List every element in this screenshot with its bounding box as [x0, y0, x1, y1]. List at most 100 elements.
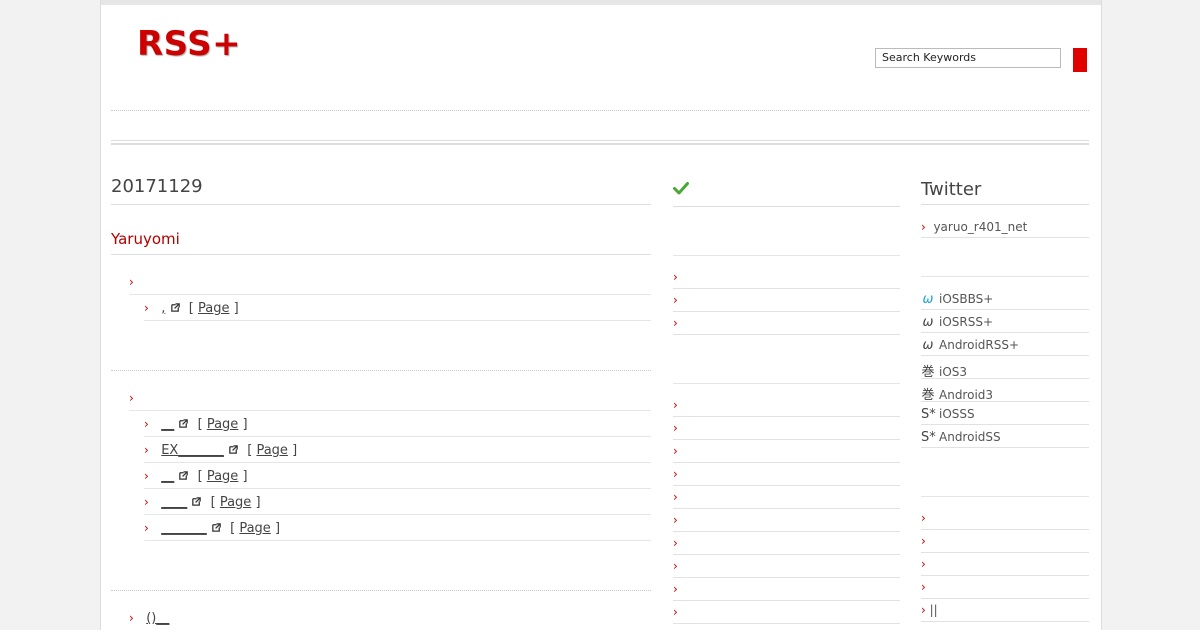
- twitter-account-link[interactable]: › yaruo_r401_net: [921, 220, 1027, 234]
- list-item[interactable]: › EX_______ [ Page ]: [144, 443, 297, 458]
- external-link-icon[interactable]: [178, 418, 189, 429]
- article-link[interactable]: _______: [161, 521, 207, 536]
- list-item[interactable]: ›: [673, 421, 678, 435]
- divider: [673, 288, 900, 289]
- page-link[interactable]: Page: [207, 417, 238, 432]
- app-link-androidrss[interactable]: ω AndroidRSS+: [921, 338, 1019, 353]
- list-item[interactable]: ›: [921, 580, 926, 594]
- omega-icon: ω: [922, 292, 934, 307]
- check-icon: [673, 182, 689, 195]
- external-link-icon[interactable]: [191, 496, 202, 507]
- page-link[interactable]: Page: [198, 301, 229, 316]
- divider: [673, 206, 900, 207]
- chevron-right-icon: ›: [129, 391, 134, 405]
- divider: [673, 311, 900, 312]
- app-link-androidss[interactable]: S* AndroidSS: [921, 430, 1001, 445]
- article-link[interactable]: ,: [161, 301, 165, 316]
- chevron-right-icon: ›: [673, 444, 678, 458]
- chevron-right-icon: ›: [673, 559, 678, 573]
- list-item[interactable]: ›: [673, 293, 678, 307]
- twitter-account-label: yaruo_r401_net: [933, 220, 1028, 234]
- section-title[interactable]: Yaruyomi: [111, 230, 180, 248]
- divider: [673, 577, 900, 578]
- list-item[interactable]: ›: [129, 391, 134, 406]
- article-link[interactable]: ____: [161, 495, 187, 510]
- page-link[interactable]: Page: [239, 521, 270, 536]
- list-item[interactable]: ›: [673, 316, 678, 330]
- divider: [921, 552, 1089, 553]
- divider: [921, 276, 1089, 277]
- chevron-right-icon: ›: [144, 521, 149, 535]
- list-item[interactable]: › ()__: [129, 611, 169, 626]
- divider: [921, 621, 1089, 622]
- page-link[interactable]: Page: [220, 495, 251, 510]
- list-item[interactable]: ›: [673, 513, 678, 527]
- app-link-iosbbs[interactable]: ω iOSBBS+: [921, 292, 994, 307]
- app-label: iOSSS: [939, 407, 975, 421]
- list-item[interactable]: › __ [ Page ]: [144, 417, 248, 432]
- chevron-right-icon: ›: [673, 293, 678, 307]
- list-item[interactable]: › _______ [ Page ]: [144, 521, 280, 536]
- list-item[interactable]: › , [ Page ]: [144, 301, 239, 316]
- chevron-right-icon: ›: [144, 301, 149, 315]
- divider: [921, 401, 1089, 402]
- search-button[interactable]: [1073, 48, 1087, 72]
- page-link[interactable]: Page: [256, 443, 287, 458]
- site-logo[interactable]: RSS+: [137, 24, 241, 64]
- divider: [144, 320, 651, 321]
- external-link-icon[interactable]: [228, 444, 239, 455]
- list-item[interactable]: › ||: [921, 603, 938, 617]
- bracket-close: ]: [233, 301, 239, 316]
- divider: [921, 447, 1089, 448]
- list-item[interactable]: › __ [ Page ]: [144, 469, 248, 484]
- article-link[interactable]: __: [161, 417, 174, 432]
- divider: [673, 416, 900, 417]
- list-item[interactable]: ›: [129, 275, 134, 290]
- divider: [673, 623, 900, 624]
- page-link[interactable]: Page: [207, 469, 238, 484]
- app-link-iosss[interactable]: S* iOSSS: [921, 407, 975, 422]
- list-item[interactable]: ›: [673, 559, 678, 573]
- chevron-right-icon: ›: [921, 580, 926, 594]
- chevron-right-icon: ›: [921, 557, 926, 571]
- list-item[interactable]: ›: [673, 490, 678, 504]
- external-link-icon[interactable]: [170, 302, 181, 313]
- divider: [673, 554, 900, 555]
- chevron-right-icon: ›: [129, 611, 134, 625]
- list-item[interactable]: ›: [673, 536, 678, 550]
- chevron-right-icon: ›: [673, 467, 678, 481]
- list-item[interactable]: ›: [921, 557, 926, 571]
- list-item[interactable]: ›: [673, 467, 678, 481]
- page-date-title: 20171129: [111, 176, 203, 197]
- nav-bar-divider: [111, 140, 1089, 145]
- divider: [673, 255, 900, 256]
- app-link-iosrss[interactable]: ω iOSRSS+: [921, 315, 993, 330]
- list-item[interactable]: ›: [673, 582, 678, 596]
- divider: [921, 355, 1089, 356]
- list-item[interactable]: ›: [921, 534, 926, 548]
- list-item[interactable]: ›: [673, 444, 678, 458]
- external-link-icon[interactable]: [178, 470, 189, 481]
- divider: [144, 462, 651, 463]
- app-label: Android3: [939, 388, 994, 402]
- article-link[interactable]: __: [161, 469, 174, 484]
- list-item[interactable]: › ____ [ Page ]: [144, 495, 261, 510]
- divider: [673, 485, 900, 486]
- ss-icon: S*: [921, 407, 936, 422]
- article-link[interactable]: EX_______: [161, 443, 224, 458]
- divider: [921, 309, 1089, 310]
- list-item[interactable]: ›: [673, 270, 678, 284]
- external-link-icon[interactable]: [211, 522, 222, 533]
- divider: [673, 383, 900, 384]
- divider: [921, 598, 1089, 599]
- list-item[interactable]: ›: [673, 605, 678, 619]
- list-item[interactable]: ›: [921, 511, 926, 525]
- article-link[interactable]: ()__: [146, 611, 169, 626]
- divider: [673, 439, 900, 440]
- search-input[interactable]: [875, 48, 1061, 68]
- list-item[interactable]: ›: [673, 398, 678, 412]
- page-container: RSS+ 20171129 Yaruyomi › › , [ Page ] › …: [100, 0, 1102, 630]
- chevron-right-icon: ›: [144, 469, 149, 483]
- chevron-right-icon: ›: [673, 536, 678, 550]
- divider: [921, 204, 1089, 205]
